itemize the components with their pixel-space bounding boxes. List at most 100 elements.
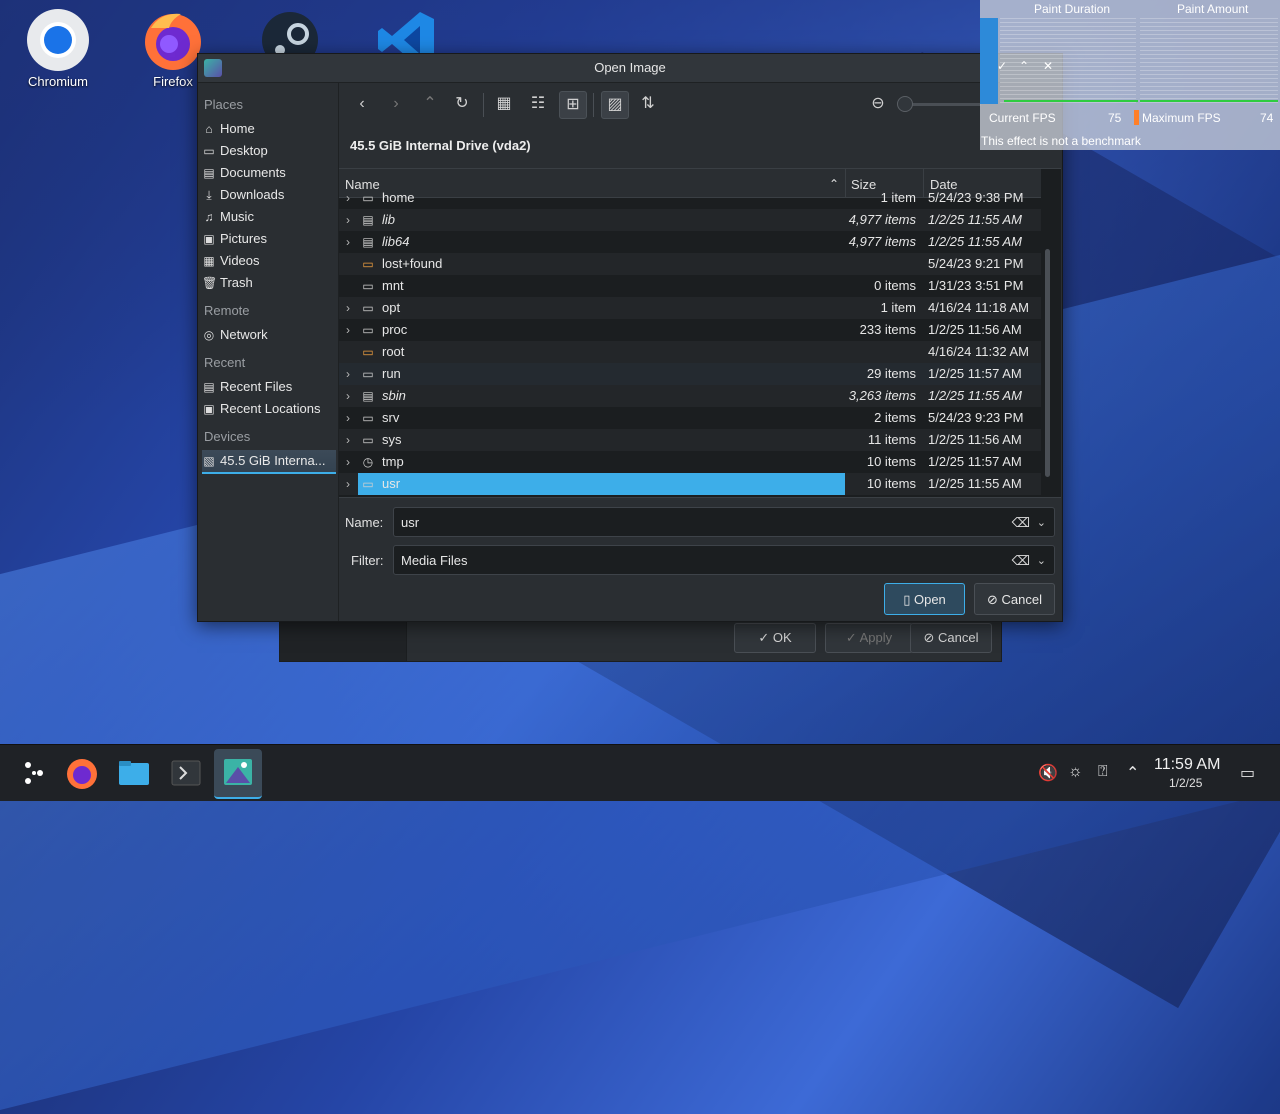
background-apply-button[interactable]: ✓ Apply bbox=[825, 623, 913, 653]
table-row[interactable]: ▭ root 4/16/24 11:32 AM bbox=[339, 341, 1041, 363]
chevron-right-icon: › bbox=[346, 213, 350, 227]
firefox-icon bbox=[67, 759, 97, 789]
sidebar-item-desktop[interactable]: ▭ Desktop bbox=[202, 140, 336, 162]
pictures-icon: ▣ bbox=[203, 232, 215, 246]
help-icon[interactable]: ⍰ bbox=[1098, 763, 1108, 781]
sidebar-item-network[interactable]: ◎ Network bbox=[202, 324, 336, 346]
table-row[interactable]: › ▤ lib 4,977 items 1/2/25 11:55 AM bbox=[339, 209, 1041, 231]
icons-view-button[interactable]: ▦ bbox=[491, 91, 517, 117]
chevron-right-icon: › bbox=[346, 323, 350, 337]
brightness-icon[interactable]: ☼ bbox=[1068, 763, 1083, 781]
dialog-titlebar[interactable]: Open Image bbox=[198, 54, 1062, 83]
zoom-slider-track[interactable] bbox=[901, 103, 981, 106]
volume-muted-icon[interactable]: 🔇 bbox=[1038, 763, 1058, 783]
chevron-right-icon: › bbox=[346, 367, 350, 381]
table-row[interactable]: › ▭ srv 2 items 5/24/23 9:23 PM bbox=[339, 407, 1041, 429]
show-fps-overlay: Paint Duration Paint Amount ✓ ⌃ ✕ Curren… bbox=[980, 0, 1280, 150]
table-row[interactable]: › ▭ home 1 item 5/24/23 9:38 PM bbox=[339, 187, 1041, 209]
taskbar-terminal[interactable] bbox=[166, 753, 206, 793]
image-preview-icon: ▨ bbox=[607, 96, 623, 113]
filter-combobox[interactable]: Media Files ⌫ ⌄ bbox=[393, 545, 1055, 575]
forward-button[interactable]: › bbox=[383, 91, 409, 117]
cancel-icon: ⊘ bbox=[987, 592, 998, 607]
application-launcher-button[interactable] bbox=[14, 753, 54, 793]
chevron-right-icon: › bbox=[346, 191, 350, 205]
chevron-down-icon[interactable]: ⌄ bbox=[1037, 546, 1046, 576]
chevron-right-icon: › bbox=[346, 235, 350, 249]
chevron-right-icon: › bbox=[393, 95, 399, 112]
sidebar-item-home[interactable]: ⌂ Home bbox=[202, 118, 336, 140]
reload-button[interactable]: ↻ bbox=[449, 91, 475, 117]
paint-amount-label: Paint Amount bbox=[1177, 2, 1249, 16]
file-list: Name ⌃ Size Date › ▭ home 1 item 5/24/23 9:3… bbox=[339, 168, 1061, 498]
chevron-right-icon: › bbox=[346, 455, 350, 469]
background-ok-button[interactable]: ✓ OK bbox=[734, 623, 816, 653]
open-button[interactable]: ▯ Open bbox=[884, 583, 965, 615]
cancel-button[interactable]: ⊘ Cancel bbox=[974, 583, 1055, 615]
table-row[interactable]: › ▤ sbin 3,263 items 1/2/25 11:55 AM bbox=[339, 385, 1041, 407]
sidebar-item-recent-files[interactable]: ▤ Recent Files bbox=[202, 376, 336, 398]
desktop-icon: ▭ bbox=[203, 144, 215, 158]
zoom-out-icon: ⊖ bbox=[871, 95, 885, 112]
sidebar-item-documents[interactable]: ▤ Documents bbox=[202, 162, 336, 184]
zoom-slider-handle[interactable] bbox=[897, 96, 913, 112]
table-row[interactable]: › ▭ proc 233 items 1/2/25 11:56 AM bbox=[339, 319, 1041, 341]
download-icon: ⤓ bbox=[206, 188, 212, 202]
show-desktop-icon[interactable]: ▭ bbox=[1240, 763, 1255, 783]
chevron-right-icon: › bbox=[346, 411, 350, 425]
sidebar-item-music[interactable]: ♫ Music bbox=[202, 206, 336, 228]
toolbar-separator bbox=[593, 93, 594, 117]
taskbar-open-image-app[interactable] bbox=[214, 749, 262, 799]
chevron-down-icon[interactable]: ⌄ bbox=[1037, 508, 1046, 538]
clock-date[interactable]: 1/2/25 bbox=[1169, 776, 1202, 790]
table-row[interactable]: › ◷ tmp 10 items 1/2/25 11:57 AM bbox=[339, 451, 1041, 473]
chevron-up-icon: ⌃ bbox=[423, 95, 437, 112]
table-row[interactable]: › ▭ sys 11 items 1/2/25 11:56 AM bbox=[339, 429, 1041, 451]
chevron-up-icon[interactable]: ⌃ bbox=[1126, 763, 1139, 783]
file-name-input[interactable]: usr ⌫ ⌄ bbox=[393, 507, 1055, 537]
sort-button[interactable]: ⇅ bbox=[635, 91, 661, 117]
taskbar-firefox[interactable] bbox=[62, 753, 102, 793]
back-button[interactable]: ‹ bbox=[349, 91, 375, 117]
sidebar-item-trash[interactable]: 🗑 Trash bbox=[202, 272, 336, 294]
clock-time[interactable]: 11:59 AM bbox=[1154, 756, 1220, 774]
filter-label: Filter: bbox=[351, 553, 384, 568]
sidebar-item-videos[interactable]: ▦ Videos bbox=[202, 250, 336, 272]
table-row[interactable]: › ▭ run 29 items 1/2/25 11:57 AM bbox=[339, 363, 1041, 385]
recent-files-icon: ▤ bbox=[203, 380, 215, 394]
recent-header: Recent bbox=[204, 355, 246, 370]
file-list-scrollbar[interactable] bbox=[1045, 249, 1050, 477]
refresh-icon: ↻ bbox=[455, 95, 469, 112]
zoom-out-button[interactable]: ⊖ bbox=[865, 91, 891, 117]
clear-icon[interactable]: ⌫ bbox=[1012, 546, 1030, 576]
folder-icon: ▭ bbox=[362, 279, 374, 293]
sidebar-item-recent-locations[interactable]: ▣ Recent Locations bbox=[202, 398, 336, 420]
chevron-right-icon: › bbox=[346, 301, 350, 315]
tree-view-button[interactable]: ⊞ bbox=[559, 91, 587, 119]
desktop-icon-chromium[interactable]: Chromium bbox=[13, 8, 103, 89]
paint-duration-label: Paint Duration bbox=[1034, 2, 1111, 16]
folder-icon: ▭ bbox=[362, 191, 374, 205]
table-row-selected[interactable]: › ▭ usr 10 items 1/2/25 11:55 AM bbox=[339, 473, 1041, 495]
background-cancel-button[interactable]: ⊘ Cancel bbox=[910, 623, 992, 653]
clear-icon[interactable]: ⌫ bbox=[1012, 508, 1030, 538]
parent-folder-button[interactable]: ⌃ bbox=[417, 91, 443, 117]
preview-toggle-button[interactable]: ▨ bbox=[601, 91, 629, 119]
sidebar-item-internal-drive[interactable]: ▧ 45.5 GiB Interna... bbox=[202, 450, 336, 474]
desktop-icon-label: Chromium bbox=[28, 74, 88, 89]
table-row[interactable]: ▭ lost+found 5/24/23 9:21 PM bbox=[339, 253, 1041, 275]
sidebar-item-downloads[interactable]: ⤓ Downloads bbox=[202, 184, 336, 206]
videos-icon: ▦ bbox=[203, 254, 215, 268]
current-fps-value: 75 bbox=[1108, 111, 1122, 125]
table-row[interactable]: › ▤ lib64 4,977 items 1/2/25 11:55 AM bbox=[339, 231, 1041, 253]
remote-header: Remote bbox=[204, 303, 250, 318]
compact-view-button[interactable]: ☷ bbox=[525, 91, 551, 117]
folder-icon bbox=[119, 761, 149, 785]
table-row[interactable]: ▭ mnt 0 items 1/31/23 3:51 PM bbox=[339, 275, 1041, 297]
dialog-toolbar: ‹ › ⌃ ↻ ▦ ☷ ⊞ ▨ ⇅ ⊖ bbox=[339, 83, 1061, 127]
sidebar-item-pictures[interactable]: ▣ Pictures bbox=[202, 228, 336, 250]
table-row[interactable]: › ▭ opt 1 item 4/16/24 11:18 AM bbox=[339, 297, 1041, 319]
close-icon: ✕ bbox=[1042, 59, 1054, 73]
places-sidebar: Places ⌂ Home ▭ Desktop ▤ Documents ⤓ Downlo… bbox=[198, 83, 339, 621]
taskbar-file-manager[interactable] bbox=[114, 753, 154, 793]
